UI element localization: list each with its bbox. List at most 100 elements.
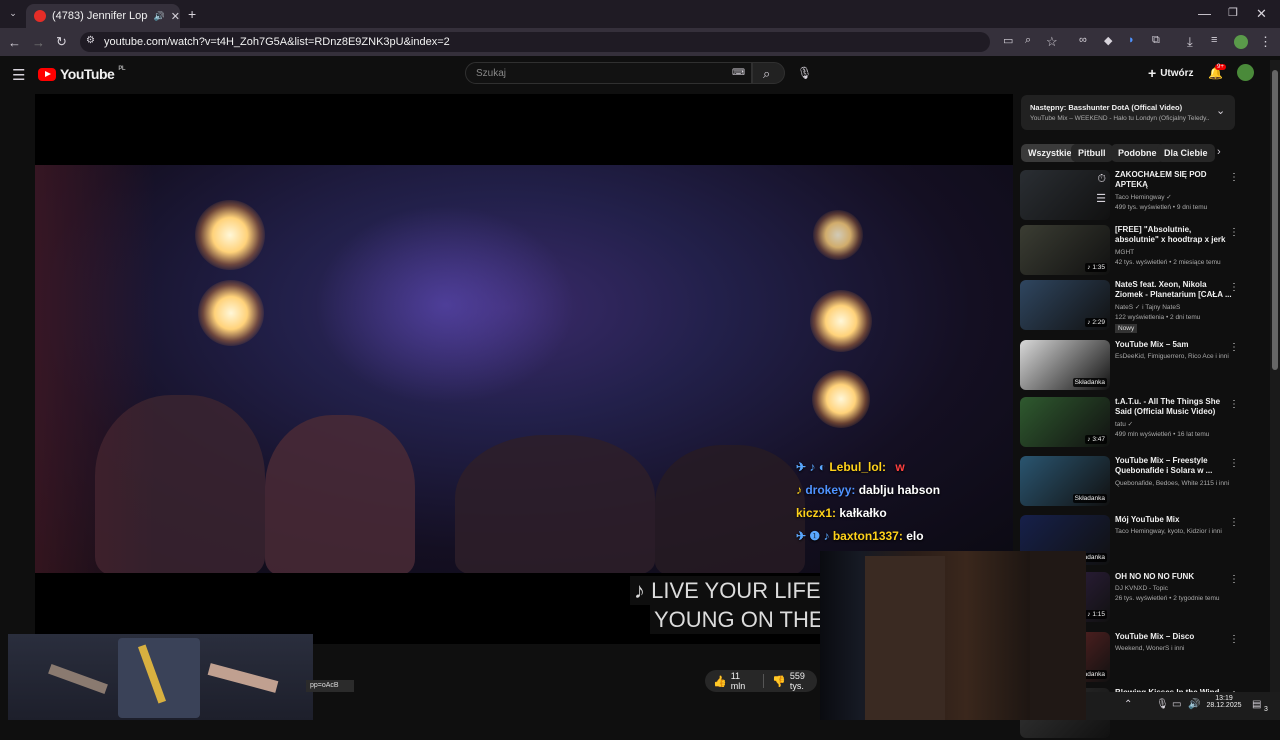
search-button[interactable]: ⌕: [752, 62, 785, 84]
forward-icon[interactable]: →: [32, 35, 45, 50]
video-title[interactable]: YouTube Mix – 5am: [1115, 340, 1233, 350]
account-avatar[interactable]: [1237, 64, 1254, 81]
hamburger-menu-icon[interactable]: ☰: [12, 66, 25, 84]
channel-name[interactable]: Taco Hemingway ✓: [1115, 193, 1240, 202]
up-next-subtitle: YouTube Mix – WEEKEND - Hało tu Londyn (…: [1030, 115, 1210, 122]
minimize-icon[interactable]: —: [1198, 6, 1211, 21]
network-icon[interactable]: ▭: [1172, 699, 1181, 710]
video-thumbnail[interactable]: ♪ 3:47: [1020, 397, 1110, 447]
tray-chevron-icon[interactable]: ⌃: [1124, 699, 1132, 710]
channel-name[interactable]: NateS ✓ i Tajny NateS: [1115, 303, 1240, 312]
media-queue-icon[interactable]: ≡: [1211, 34, 1217, 46]
channel-name[interactable]: Weekend, WonerS i inni: [1115, 644, 1240, 653]
address-bar[interactable]: ⚙ youtube.com/watch?v=t4H_Zoh7G5A&list=R…: [80, 32, 990, 52]
extension-diamond-icon[interactable]: ◆: [1104, 34, 1112, 47]
recommendation-item[interactable]: ⏱ ☰ ZAKOCHAŁEM SIĘ POD APTEKĄ Taco Heming…: [1020, 170, 1248, 222]
back-icon[interactable]: ←: [8, 35, 21, 50]
extension-glasses-icon[interactable]: ∞: [1079, 34, 1087, 46]
watch-later-icon[interactable]: ⏱: [1097, 173, 1106, 186]
zoom-icon[interactable]: ⌕: [1025, 34, 1031, 47]
recommendation-item[interactable]: ♪ 3:47 t.A.T.u. - All The Things She Sai…: [1020, 397, 1248, 449]
duration-badge: ♪ 1:15: [1085, 610, 1107, 619]
browser-menu-icon[interactable]: ⋮: [1259, 34, 1272, 50]
channel-name[interactable]: Quebonafide, Bedoes, White 2115 i inni: [1115, 479, 1240, 488]
more-options-icon[interactable]: ⋮: [1229, 282, 1239, 293]
profile-avatar[interactable]: [1234, 35, 1248, 49]
recommendation-item[interactable]: ♪ 1:35 [FREE] "Absolutnie, absolutnie" x…: [1020, 225, 1248, 277]
more-options-icon[interactable]: ⋮: [1229, 172, 1239, 183]
crowd-figure: [655, 445, 805, 573]
more-options-icon[interactable]: ⋮: [1229, 634, 1239, 645]
chip-pitbull[interactable]: Pitbull: [1071, 144, 1113, 162]
tab-list-chevron-icon[interactable]: ⌄: [6, 6, 20, 20]
video-stats: 122 wyświetlenia • 2 dni temu: [1115, 314, 1201, 321]
recommendation-item[interactable]: Składanka YouTube Mix – 5am EsDeeKid, Fi…: [1020, 340, 1248, 392]
crowd-figure: [265, 415, 415, 573]
mic-tray-icon[interactable]: 🎙: [1156, 699, 1169, 710]
speaker-icon[interactable]: 🔊: [154, 11, 165, 22]
video-thumbnail[interactable]: Składanka: [1020, 456, 1110, 506]
channel-name[interactable]: EsDeeKid, Fimiguerrero, Rico Ace i inni: [1115, 352, 1240, 361]
reload-icon[interactable]: ↻: [56, 34, 67, 50]
video-stats: 499 tys. wyświetleń • 9 dni temu: [1115, 204, 1208, 211]
clock[interactable]: 13:19 28.12.2025: [1206, 695, 1242, 709]
video-title[interactable]: NateS feat. Xeon, Nikola Ziomek - Planet…: [1115, 280, 1233, 300]
chip-for-you[interactable]: Dla Ciebie: [1157, 144, 1215, 162]
channel-name[interactable]: tatu ✓: [1115, 420, 1240, 429]
video-title[interactable]: OH NO NO NO FUNK: [1115, 572, 1233, 582]
video-title[interactable]: t.A.T.u. - All The Things She Said (Offi…: [1115, 397, 1233, 417]
extension-audio-icon[interactable]: ◗: [1128, 34, 1135, 46]
like-count[interactable]: 11 mln: [731, 671, 754, 691]
more-options-icon[interactable]: ⋮: [1229, 227, 1239, 238]
video-title[interactable]: Mój YouTube Mix: [1115, 515, 1233, 525]
bookmark-star-icon[interactable]: ☆: [1046, 34, 1058, 50]
recommendation-item[interactable]: Składanka YouTube Mix – Freestyle Quebon…: [1020, 456, 1248, 508]
browser-tab-active[interactable]: (4783) Jennifer Lopez, Pitb... 🔊 ✕: [26, 4, 180, 28]
close-tab-icon[interactable]: ✕: [171, 10, 180, 23]
notification-center-icon[interactable]: ▤: [1252, 699, 1261, 710]
site-info-icon[interactable]: ⚙: [86, 35, 95, 46]
more-options-icon[interactable]: ⋮: [1229, 574, 1239, 585]
video-title[interactable]: [FREE] "Absolutnie, absolutnie" x hoodtr…: [1115, 225, 1233, 245]
video-thumbnail[interactable]: Składanka: [1020, 340, 1110, 390]
more-options-icon[interactable]: ⋮: [1229, 517, 1239, 528]
thumbs-up-icon[interactable]: 👍: [713, 675, 727, 688]
recommendation-item[interactable]: ♪ 2:29 NateS feat. Xeon, Nikola Ziomek -…: [1020, 280, 1248, 333]
add-to-queue-icon[interactable]: ☰: [1096, 192, 1106, 205]
chip-similar[interactable]: Podobne: [1111, 144, 1164, 162]
microphone-icon[interactable]: 🎙: [797, 66, 812, 80]
youtube-logo[interactable]: YouTube PL: [38, 66, 125, 82]
thumbs-down-icon[interactable]: 👎: [772, 675, 786, 688]
scrollbar-thumb[interactable]: [1272, 70, 1278, 370]
more-options-icon[interactable]: ⋮: [1229, 399, 1239, 410]
video-title[interactable]: ZAKOCHAŁEM SIĘ POD APTEKĄ: [1115, 170, 1233, 190]
video-thumbnail[interactable]: ♪ 1:35: [1020, 225, 1110, 275]
chevron-down-icon[interactable]: ⌄: [1216, 104, 1225, 117]
channel-name[interactable]: Taco Hemingway, kyoto, Kidzior i inni: [1115, 527, 1240, 536]
chips-next-icon[interactable]: ›: [1217, 146, 1221, 158]
extensions-puzzle-icon[interactable]: ⧉: [1152, 34, 1160, 47]
download-icon[interactable]: ⤓: [1187, 34, 1193, 50]
close-window-icon[interactable]: ✕: [1256, 6, 1267, 22]
chip-all[interactable]: Wszystkie: [1021, 144, 1079, 162]
search-input[interactable]: Szukaj ⌨: [465, 62, 752, 84]
stage-light: [810, 290, 872, 352]
page-scrollbar[interactable]: [1270, 60, 1280, 692]
cast-icon[interactable]: ▭: [1003, 34, 1013, 47]
video-thumbnail[interactable]: ♪ 2:29: [1020, 280, 1110, 330]
restore-icon[interactable]: ❐: [1228, 6, 1238, 19]
video-thumbnail[interactable]: ⏱ ☰: [1020, 170, 1110, 220]
video-title[interactable]: YouTube Mix – Disco: [1115, 632, 1233, 642]
up-next-panel[interactable]: Następny: Basshunter DotA (Offical Video…: [1021, 95, 1235, 130]
create-button[interactable]: + Utwórz: [1148, 64, 1194, 82]
more-options-icon[interactable]: ⋮: [1229, 458, 1239, 469]
dislike-count[interactable]: 559 tys.: [790, 671, 817, 691]
channel-name[interactable]: DJ KVNXD - Topic: [1115, 584, 1240, 593]
video-title[interactable]: YouTube Mix – Freestyle Quebonafide i So…: [1115, 456, 1233, 476]
keyboard-icon[interactable]: ⌨: [732, 67, 745, 78]
new-tab-icon[interactable]: +: [188, 6, 196, 22]
volume-icon[interactable]: 🔊: [1188, 699, 1200, 710]
subtitle-line: YOUNG ON THE: [650, 605, 828, 634]
channel-name[interactable]: MGHT: [1115, 248, 1240, 257]
more-options-icon[interactable]: ⋮: [1229, 342, 1239, 353]
